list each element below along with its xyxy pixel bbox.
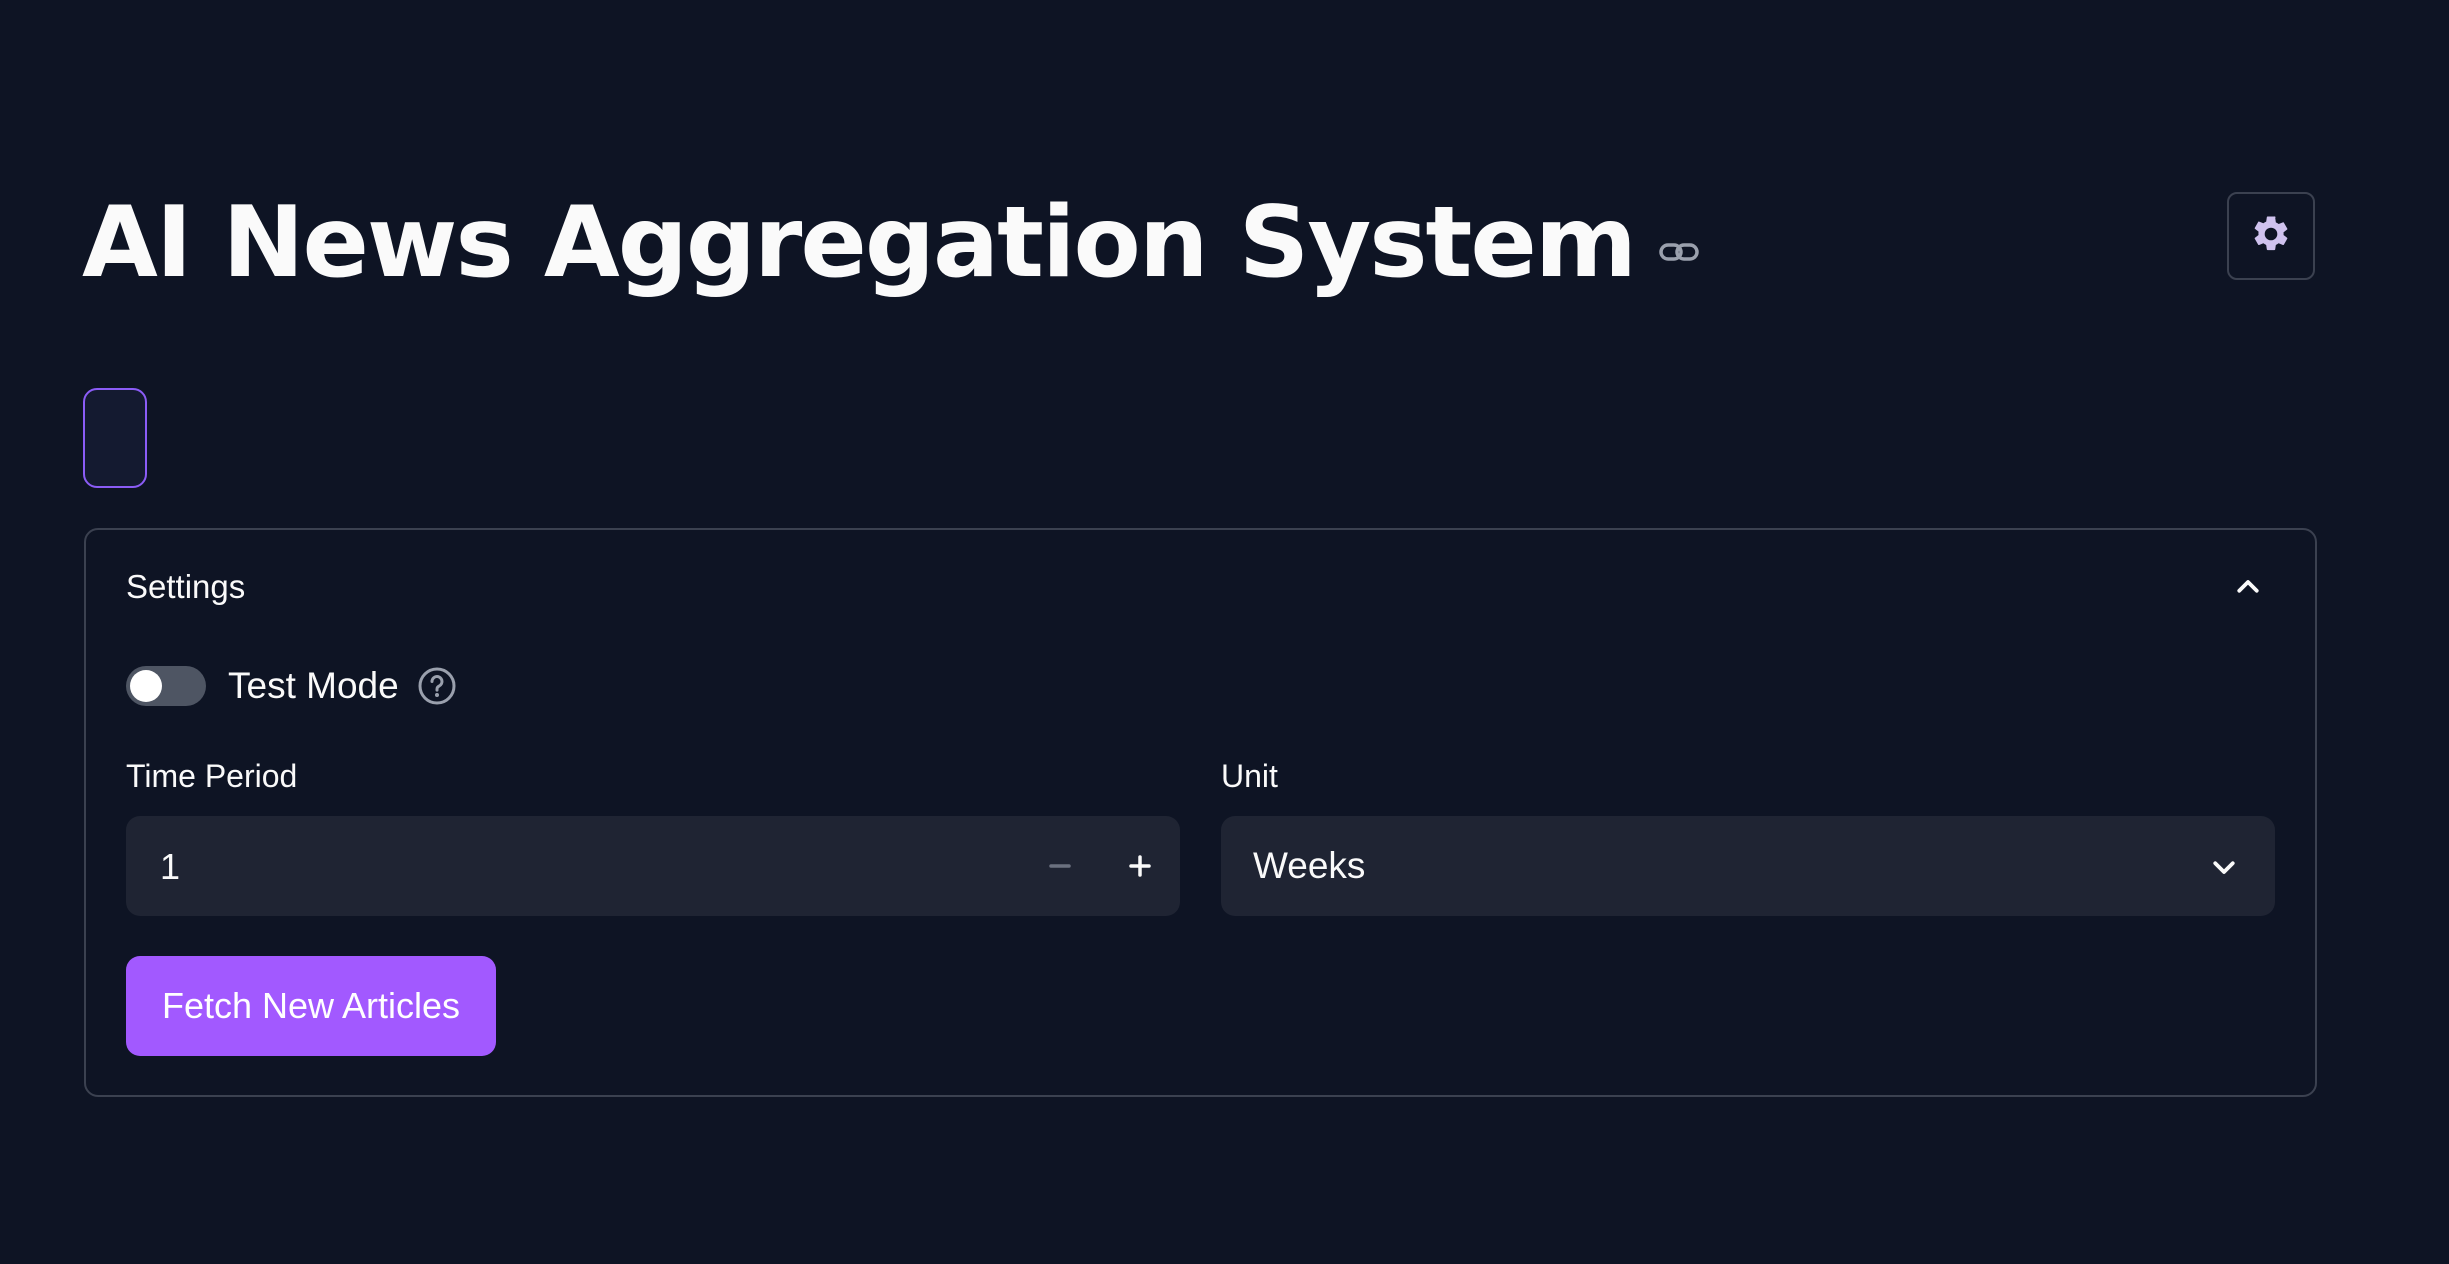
toggle-knob: [130, 670, 162, 702]
settings-expander: Settings Test Mode Time Period Unit 1 We…: [84, 528, 2317, 1097]
settings-expander-header[interactable]: Settings: [86, 530, 2315, 646]
decrement-button[interactable]: [1020, 816, 1100, 916]
unit-label: Unit: [1221, 758, 1278, 794]
expander-label: Settings: [126, 568, 246, 605]
time-period-stepper: [126, 816, 1180, 918]
time-period-input[interactable]: [158, 816, 962, 918]
test-mode-toggle[interactable]: [126, 666, 206, 706]
chevron-down-icon: [2213, 861, 2235, 874]
test-mode-row: Test Mode: [126, 658, 457, 714]
settings-gear-button[interactable]: [2227, 192, 2315, 280]
page-title: AI News Aggregation System: [82, 186, 1637, 300]
plus-icon: [1129, 855, 1151, 877]
unit-select[interactable]: Weeks: [1221, 816, 2275, 916]
increment-button[interactable]: [1100, 816, 1180, 916]
minus-icon: [1049, 864, 1071, 868]
empty-focused-element[interactable]: [83, 388, 147, 488]
help-icon[interactable]: [417, 666, 457, 706]
fetch-new-articles-button[interactable]: Fetch New Articles: [126, 956, 496, 1056]
gear-icon: [2250, 213, 2292, 260]
test-mode-label: Test Mode: [228, 665, 399, 706]
chevron-up-icon[interactable]: [2233, 572, 2263, 602]
title-row: AI News Aggregation System: [82, 178, 1701, 308]
link-icon[interactable]: [1657, 230, 1701, 274]
time-period-label: Time Period: [126, 758, 298, 794]
unit-selected-value: Weeks: [1253, 845, 1366, 886]
